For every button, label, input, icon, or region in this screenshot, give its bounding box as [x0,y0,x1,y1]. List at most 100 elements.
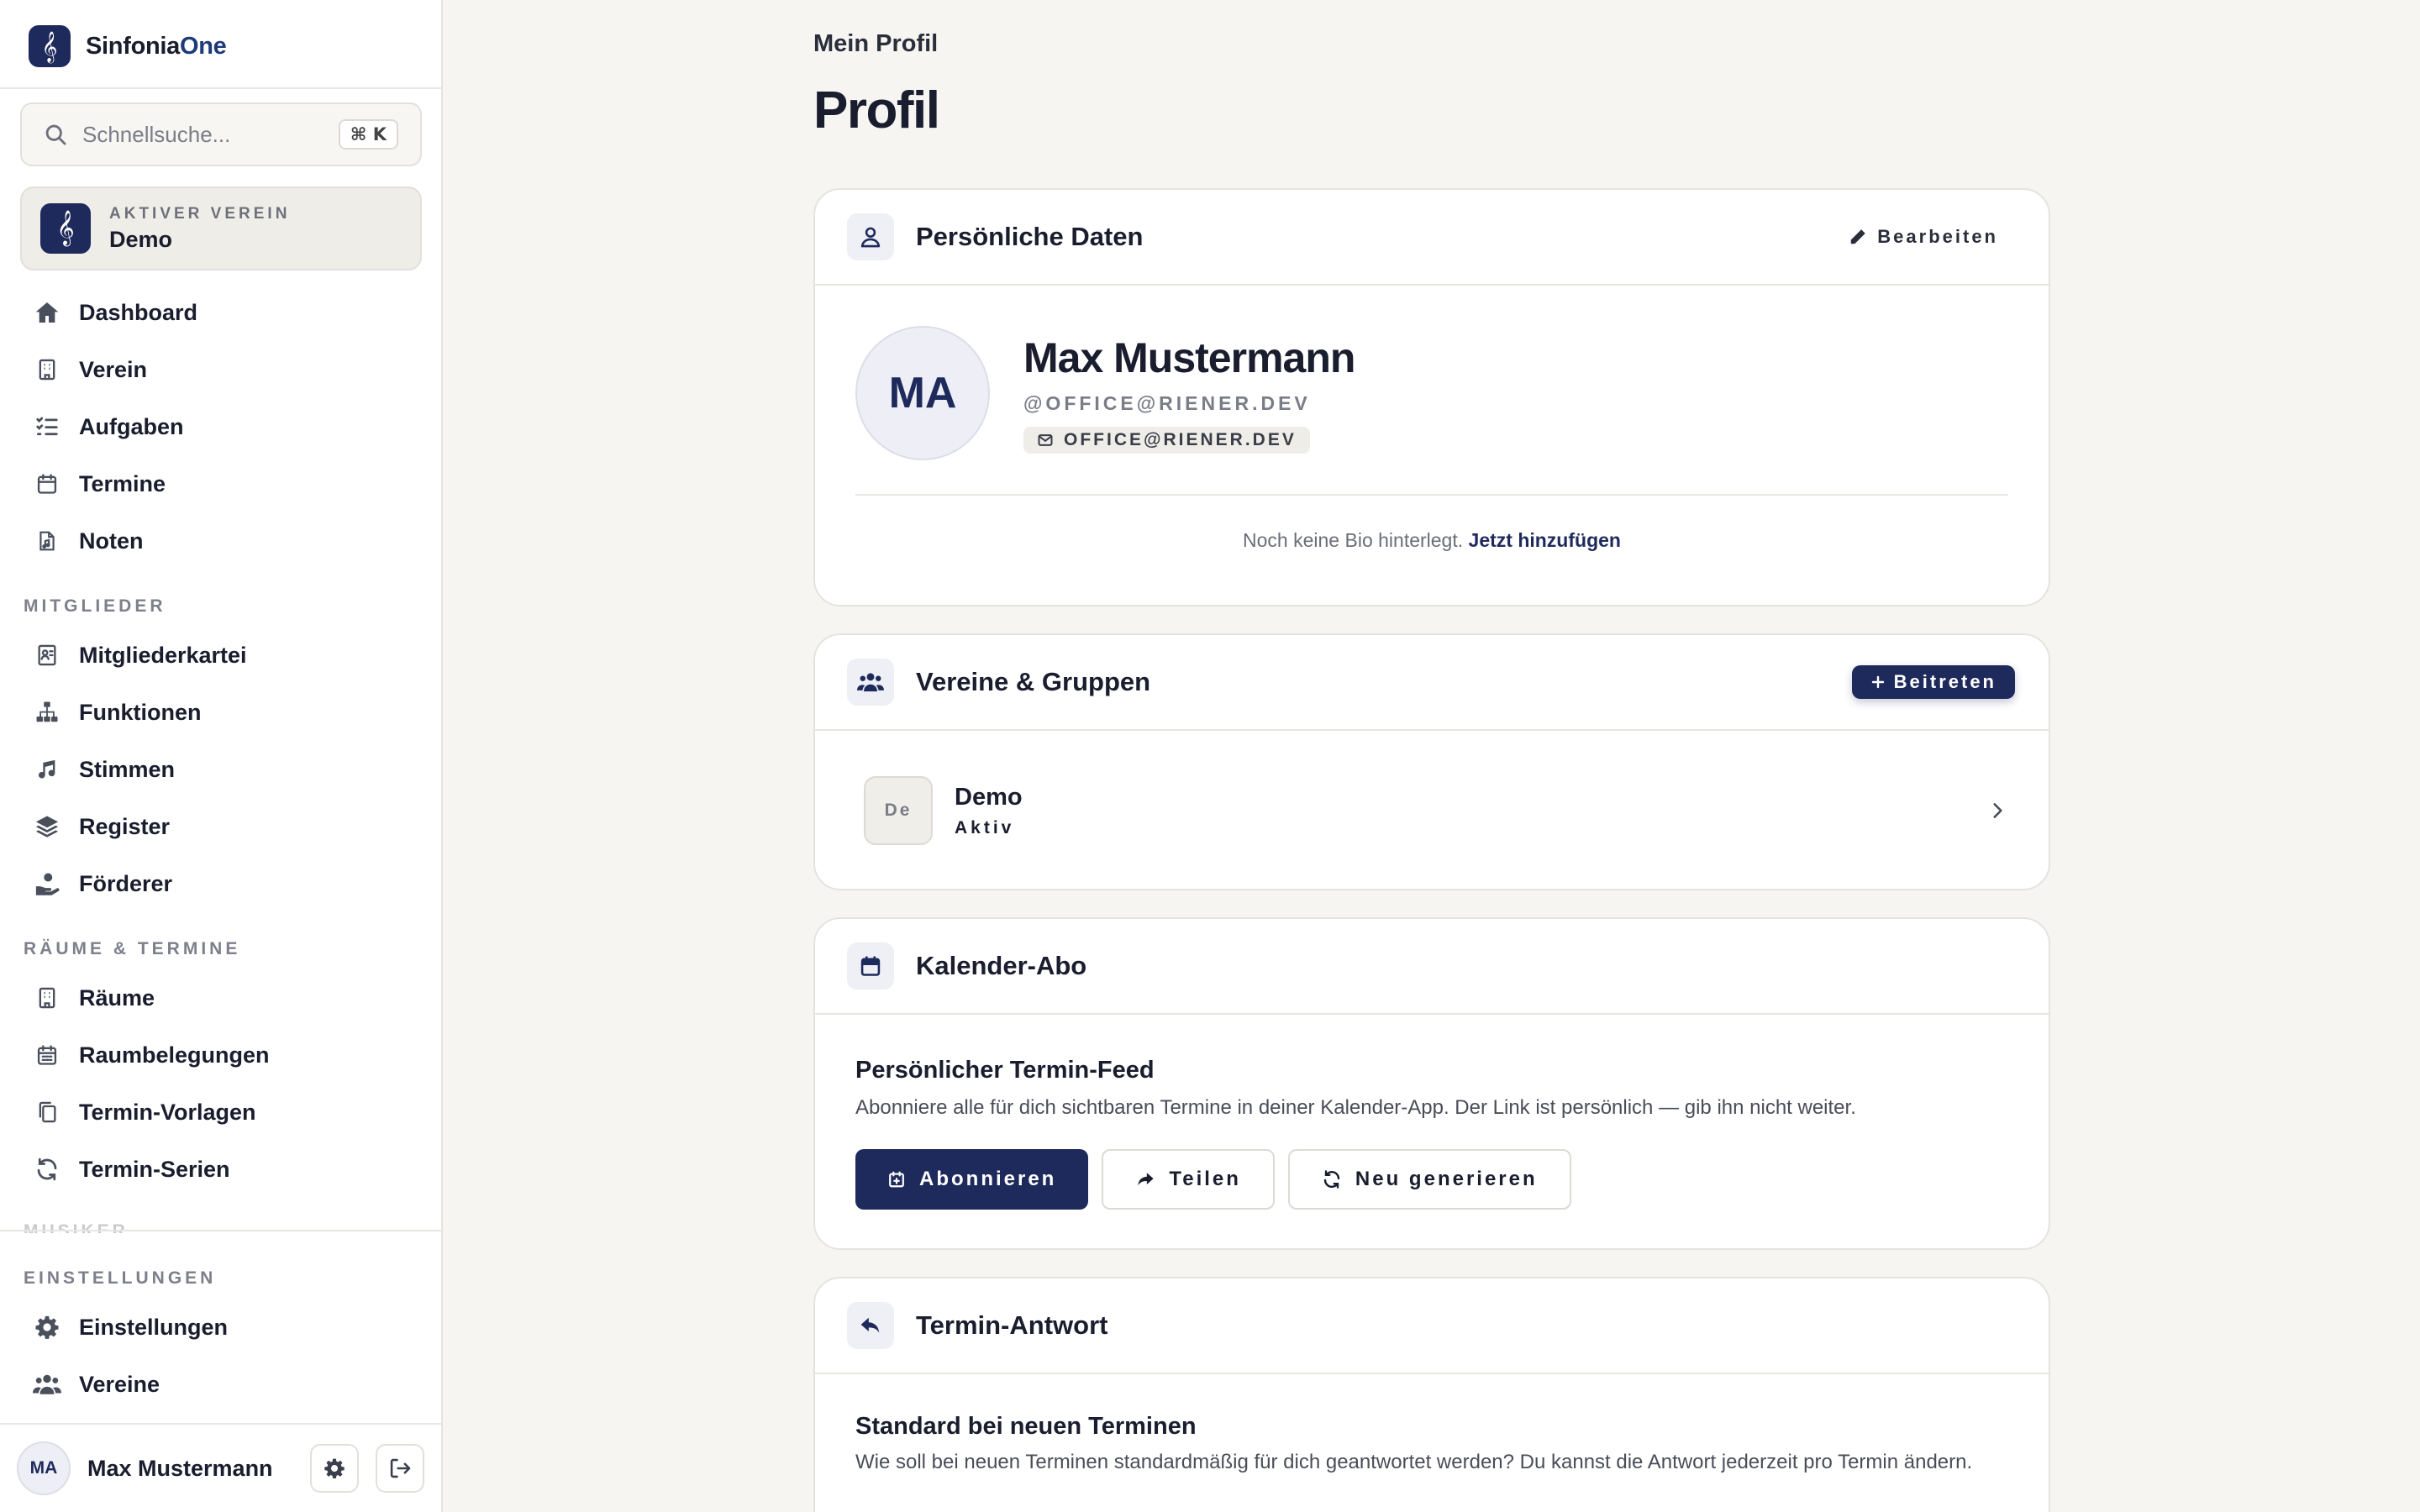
nav-item-raeume[interactable]: Räume [0,969,441,1026]
feed-section: Persönlicher Termin-Feed Abonniere alle … [815,1015,2049,1210]
search-placeholder: Schnellsuche... [82,121,231,147]
nav-label: Funktionen [79,699,202,725]
nav-settings: Einstellungen Vereine [0,1299,441,1413]
settings-button[interactable] [310,1444,359,1493]
active-club-label: AKTIVER VEREIN [109,204,291,223]
share-arrow-icon [1135,1170,1155,1189]
join-label: Beitreten [1893,671,1996,692]
user-bar: MA Max Mustermann [0,1423,441,1512]
music-note-icon [32,754,62,785]
nav-label: Termin-Vorlagen [79,1099,256,1125]
nav-label: Aufgaben [79,413,184,439]
club-name: Demo [955,783,1023,811]
club-status: Aktiv [955,817,1015,837]
divider [0,87,441,89]
gear-icon [32,1312,62,1342]
gear-icon [324,1457,345,1479]
users-icon [32,1369,62,1399]
org-chart-icon [32,697,62,727]
share-button[interactable]: Teilen [1102,1148,1275,1210]
treble-clef-club-icon: 𝄞 [40,203,91,254]
brand-name: SinfoniaOne [86,32,227,60]
users-icon [847,659,894,706]
nav-item-termin-serien[interactable]: Termin-Serien [0,1141,441,1198]
reply-default-description: Wie soll bei neuen Terminen standardmäßi… [855,1451,1973,1473]
nav-label: Stimmen [79,756,176,782]
nav-label: Register [79,813,171,839]
nav-item-mitgliederkartei[interactable]: Mitgliederkartei [0,627,441,684]
brand[interactable]: 𝄞 SinfoniaOne [29,25,227,67]
nav-item-aufgaben[interactable]: Aufgaben [0,398,441,455]
user-name[interactable]: Max Mustermann [87,1456,293,1482]
nav-rooms: Räume Raumbelegungen Termin-Vorlagen Ter… [0,969,441,1198]
reply-default-title: Standard bei neuen Terminen [855,1413,1197,1440]
nav-label: Verein [79,356,148,382]
nav-item-funktionen[interactable]: Funktionen [0,684,441,741]
nav-item-foerderer[interactable]: Förderer [0,855,441,912]
nav-item-dashboard[interactable]: Dashboard [0,284,441,341]
nav-item-einstellungen[interactable]: Einstellungen [0,1299,441,1356]
avatar[interactable]: MA [855,326,990,460]
nav-label: Dashboard [79,299,198,325]
nav-item-raumbelegungen[interactable]: Raumbelegungen [0,1026,441,1084]
bio-empty-text: Noch keine Bio hinterlegt. [1243,529,1464,551]
event-reply-card: Termin-Antwort Standard bei neuen Termin… [813,1277,2050,1512]
copy-icon [32,1097,62,1127]
repeat-icon [32,1154,62,1184]
refresh-icon [1322,1169,1342,1189]
reply-default-section: Standard bei neuen Terminen Wie soll bei… [815,1374,2049,1475]
tasks-icon [32,412,62,442]
card-title: Vereine & Gruppen [916,667,1151,696]
profile-handle: @OFFICE@RIENER.DEV [1023,391,1311,414]
edit-button[interactable]: Bearbeiten [1849,226,2017,248]
personal-data-card: Persönliche Daten Bearbeiten MA Max Must… [813,188,2050,606]
divider [0,1230,441,1231]
card-title: Persönliche Daten [916,222,1144,251]
calendar-subscription-card: Kalender-Abo Persönlicher Termin-Feed Ab… [813,917,2050,1250]
nav-label: Raumbelegungen [79,1042,270,1068]
avatar[interactable]: MA [17,1441,71,1495]
club-avatar: De [864,776,933,845]
profile-summary: MA Max Mustermann @OFFICE@RIENER.DEV OFF… [855,326,1355,460]
nav-label: Termin-Serien [79,1156,230,1182]
nav-item-verein[interactable]: Verein [0,341,441,398]
card-header: Persönliche Daten Bearbeiten [815,190,2049,286]
join-button[interactable]: Beitreten [1851,665,2015,699]
sidebar: 𝄞 SinfoniaOne Schnellsuche... ⌘ K 𝄞 AKTI… [0,0,443,1512]
bio-line: Noch keine Bio hinterlegt. Jetzt hinzufü… [815,529,2049,552]
share-label: Teilen [1169,1167,1241,1190]
calendar-grid-icon [32,1040,62,1070]
calendar-plus-icon [887,1170,906,1189]
nav-label: Termine [79,470,166,496]
nav-item-register[interactable]: Register [0,798,441,855]
nav-item-stimmen[interactable]: Stimmen [0,741,441,798]
building-icon [32,354,62,385]
list-item[interactable]: De Demo Aktiv [815,731,2049,845]
nav-item-vereine[interactable]: Vereine [0,1356,441,1413]
nav-members: Mitgliederkartei Funktionen Stimmen Regi… [0,627,441,912]
quick-search[interactable]: Schnellsuche... ⌘ K [20,102,422,166]
add-bio-link[interactable]: Jetzt hinzufügen [1469,529,1621,551]
email-badge[interactable]: OFFICE@RIENER.DEV [1023,426,1310,454]
nav-item-termin-vorlagen[interactable]: Termin-Vorlagen [0,1084,441,1141]
feed-description: Abonniere alle für dich sichtbaren Termi… [855,1096,1856,1119]
nav-label: Förderer [79,870,173,896]
feed-title: Persönlicher Termin-Feed [855,1057,1155,1084]
nav-label: Einstellungen [79,1314,229,1340]
nav-label: Noten [79,528,144,554]
nav-section-rooms: RÄUME & TERMINE [24,939,241,958]
nav-item-termine[interactable]: Termine [0,455,441,512]
user-icon [847,213,894,260]
building-icon [32,983,62,1013]
logout-button[interactable] [376,1444,424,1493]
subscribe-button[interactable]: Abonnieren [855,1148,1089,1210]
home-icon [32,297,62,328]
nav-item-noten[interactable]: Noten [0,512,441,570]
calendar-icon [32,469,62,499]
nav-label: Räume [79,984,155,1011]
regenerate-button[interactable]: Neu generieren [1287,1148,1571,1210]
active-club-switcher[interactable]: 𝄞 AKTIVER VEREIN Demo [20,186,422,270]
card-title: Kalender-Abo [916,951,1087,980]
id-card-icon [32,640,62,670]
page-title: Profil [813,81,940,139]
